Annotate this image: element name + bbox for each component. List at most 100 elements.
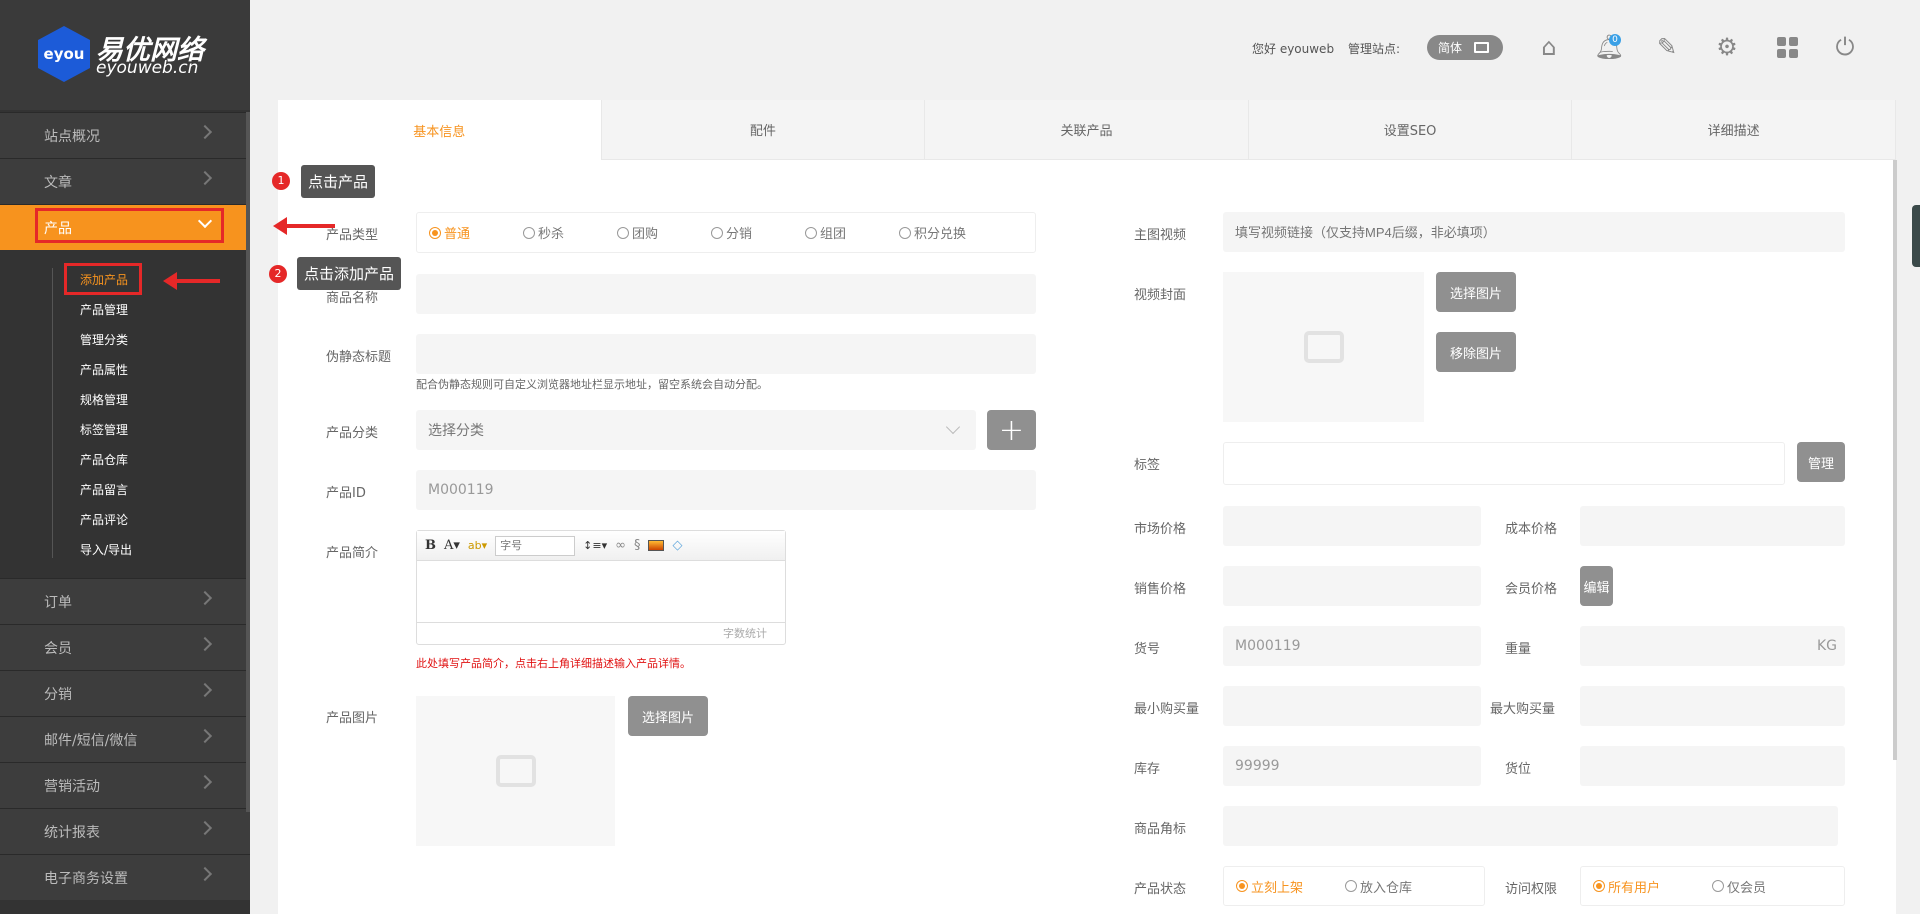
submenu-item[interactable]: 规格管理 bbox=[80, 384, 230, 414]
status-radio-warehouse[interactable]: 放入仓库 bbox=[1345, 877, 1412, 896]
link-icon[interactable]: ∞ bbox=[615, 538, 626, 553]
sale-price-input[interactable] bbox=[1223, 566, 1481, 606]
status-radio-publish[interactable]: 立刻上架 bbox=[1236, 877, 1303, 896]
highlight-icon[interactable]: ab▾ bbox=[468, 539, 487, 552]
video-url-input[interactable] bbox=[1223, 212, 1845, 252]
radio-icon bbox=[899, 226, 911, 239]
weight-unit: KG bbox=[1816, 638, 1837, 654]
product-type-radio[interactable]: 分销 bbox=[711, 223, 805, 242]
sku-input[interactable]: M000119 bbox=[1223, 626, 1481, 666]
chevron-right-icon bbox=[197, 590, 213, 606]
radio-icon bbox=[523, 226, 535, 239]
sidebar-item-article[interactable]: 文章 bbox=[0, 158, 250, 204]
language-switch[interactable]: 简体 bbox=[1427, 35, 1503, 60]
tab-related-products[interactable]: 关联产品 bbox=[925, 100, 1249, 160]
image-icon[interactable] bbox=[648, 540, 665, 551]
sidebar-item[interactable]: 订单 bbox=[0, 578, 250, 624]
eraser-icon[interactable]: ◇ bbox=[672, 538, 682, 553]
sidebar-item[interactable]: 电子商务设置 bbox=[0, 854, 250, 900]
step-1-tooltip: 点击产品 bbox=[301, 165, 376, 198]
image-placeholder-icon bbox=[495, 755, 536, 787]
radio-label: 所有用户 bbox=[1608, 880, 1661, 896]
gear-icon[interactable]: ⚙ bbox=[1713, 33, 1741, 61]
submenu-item[interactable]: 管理分类 bbox=[80, 324, 230, 354]
chevron-right-icon bbox=[197, 170, 213, 186]
sidebar-item-overview[interactable]: 站点概况 bbox=[0, 112, 250, 158]
location-input[interactable] bbox=[1580, 746, 1845, 786]
access-radio-members[interactable]: 仅会员 bbox=[1712, 877, 1766, 896]
font-size-select[interactable]: 字号 bbox=[495, 535, 576, 556]
cost-price-input[interactable] bbox=[1580, 506, 1845, 546]
video-cover-placeholder[interactable] bbox=[1223, 272, 1424, 422]
access-radio-all[interactable]: 所有用户 bbox=[1593, 877, 1660, 896]
cover-label: 视频封面 bbox=[1134, 288, 1187, 303]
name-input[interactable] bbox=[416, 274, 1036, 314]
cover-select-button[interactable]: 选择图片 bbox=[1436, 272, 1516, 312]
product-type-radio[interactable]: 组团 bbox=[805, 223, 899, 242]
product-type-radio[interactable]: 团购 bbox=[617, 223, 711, 242]
notification-badge: 0 bbox=[1609, 34, 1621, 46]
grid-icon[interactable] bbox=[1773, 33, 1801, 61]
radio-label: 秒杀 bbox=[538, 227, 565, 242]
stock-input[interactable]: 99999 bbox=[1223, 746, 1481, 786]
static-title-input[interactable] bbox=[416, 334, 1036, 374]
category-value: 选择分类 bbox=[428, 423, 484, 439]
submenu-item[interactable]: 产品评论 bbox=[80, 504, 230, 534]
monitor-icon bbox=[1474, 42, 1490, 53]
product-id-input[interactable]: M000119 bbox=[416, 470, 1036, 510]
submenu-item[interactable]: 产品仓库 bbox=[80, 444, 230, 474]
tab-accessories[interactable]: 配件 bbox=[601, 100, 926, 160]
tab-basic-info[interactable]: 基本信息 bbox=[278, 100, 602, 160]
sidebar-item[interactable]: 分销 bbox=[0, 670, 250, 716]
radio-icon bbox=[805, 226, 817, 239]
cover-remove-button[interactable]: 移除图片 bbox=[1436, 332, 1516, 372]
corner-input[interactable] bbox=[1223, 806, 1838, 846]
product-image-placeholder[interactable] bbox=[416, 696, 615, 846]
logo[interactable]: eyou 易优网络 eyouweb.cn bbox=[0, 0, 250, 110]
intro-editor[interactable]: B A▾ ab▾ 字号 ↕≡▾ ∞ § ◇ 字数统计 bbox=[416, 530, 786, 645]
submenu-item[interactable]: 产品留言 bbox=[80, 474, 230, 504]
tab-description[interactable]: 详细描述 bbox=[1572, 100, 1896, 160]
product-type-radio[interactable]: 秒杀 bbox=[523, 223, 617, 242]
sidebar-item-label: 统计报表 bbox=[44, 824, 100, 841]
bold-icon[interactable]: B bbox=[425, 538, 436, 553]
unlink-icon[interactable]: § bbox=[634, 538, 641, 553]
weight-input[interactable]: KG bbox=[1580, 626, 1845, 666]
tab-seo[interactable]: 设置SEO bbox=[1248, 100, 1573, 160]
select-image-button[interactable]: 选择图片 bbox=[628, 696, 708, 736]
submenu-item[interactable]: 产品管理 bbox=[80, 294, 230, 324]
logo-mark: eyou bbox=[38, 26, 90, 82]
home-icon[interactable]: ⌂ bbox=[1535, 33, 1563, 61]
tab-bar: 基本信息 配件 关联产品 设置SEO 详细描述 bbox=[278, 100, 1896, 160]
product-type-radio[interactable]: 积分兑换 bbox=[899, 223, 993, 242]
sidebar-scrollbar[interactable] bbox=[246, 112, 250, 812]
sale-price-label: 销售价格 bbox=[1134, 582, 1187, 597]
min-buy-input[interactable] bbox=[1223, 686, 1481, 726]
max-buy-input[interactable] bbox=[1580, 686, 1845, 726]
manage-tags-button[interactable]: 管理 bbox=[1797, 442, 1845, 482]
line-height-icon[interactable]: ↕≡▾ bbox=[583, 539, 607, 552]
sidebar-item[interactable]: 会员 bbox=[0, 624, 250, 670]
submenu-item[interactable]: 导入/导出 bbox=[80, 534, 230, 564]
radio-label: 积分兑换 bbox=[914, 227, 967, 242]
content-scrollbar[interactable] bbox=[1893, 160, 1897, 760]
sidebar-item[interactable]: 营销活动 bbox=[0, 762, 250, 808]
sidebar-item-label: 会员 bbox=[44, 640, 72, 657]
font-color-icon[interactable]: A▾ bbox=[444, 538, 460, 553]
add-category-button[interactable]: + bbox=[987, 410, 1036, 450]
product-type-radio[interactable]: 普通 bbox=[429, 223, 523, 242]
corner-label: 商品角标 bbox=[1134, 822, 1187, 837]
side-widget[interactable] bbox=[1912, 205, 1920, 267]
site-label: 管理站点: bbox=[1348, 42, 1401, 56]
submenu-item[interactable]: 产品属性 bbox=[80, 354, 230, 384]
power-icon[interactable]: ⏻ bbox=[1831, 33, 1859, 61]
market-price-input[interactable] bbox=[1223, 506, 1481, 546]
sidebar-item[interactable]: 邮件/短信/微信 bbox=[0, 716, 250, 762]
tags-input[interactable] bbox=[1223, 442, 1785, 485]
cost-price-label: 成本价格 bbox=[1505, 522, 1558, 537]
edit-member-price-button[interactable]: 编辑 bbox=[1580, 566, 1613, 606]
submenu-item[interactable]: 标签管理 bbox=[80, 414, 230, 444]
category-select[interactable]: 选择分类 bbox=[416, 410, 976, 450]
sidebar-item[interactable]: 统计报表 bbox=[0, 808, 250, 854]
edit-icon[interactable]: ✎ bbox=[1653, 33, 1681, 61]
